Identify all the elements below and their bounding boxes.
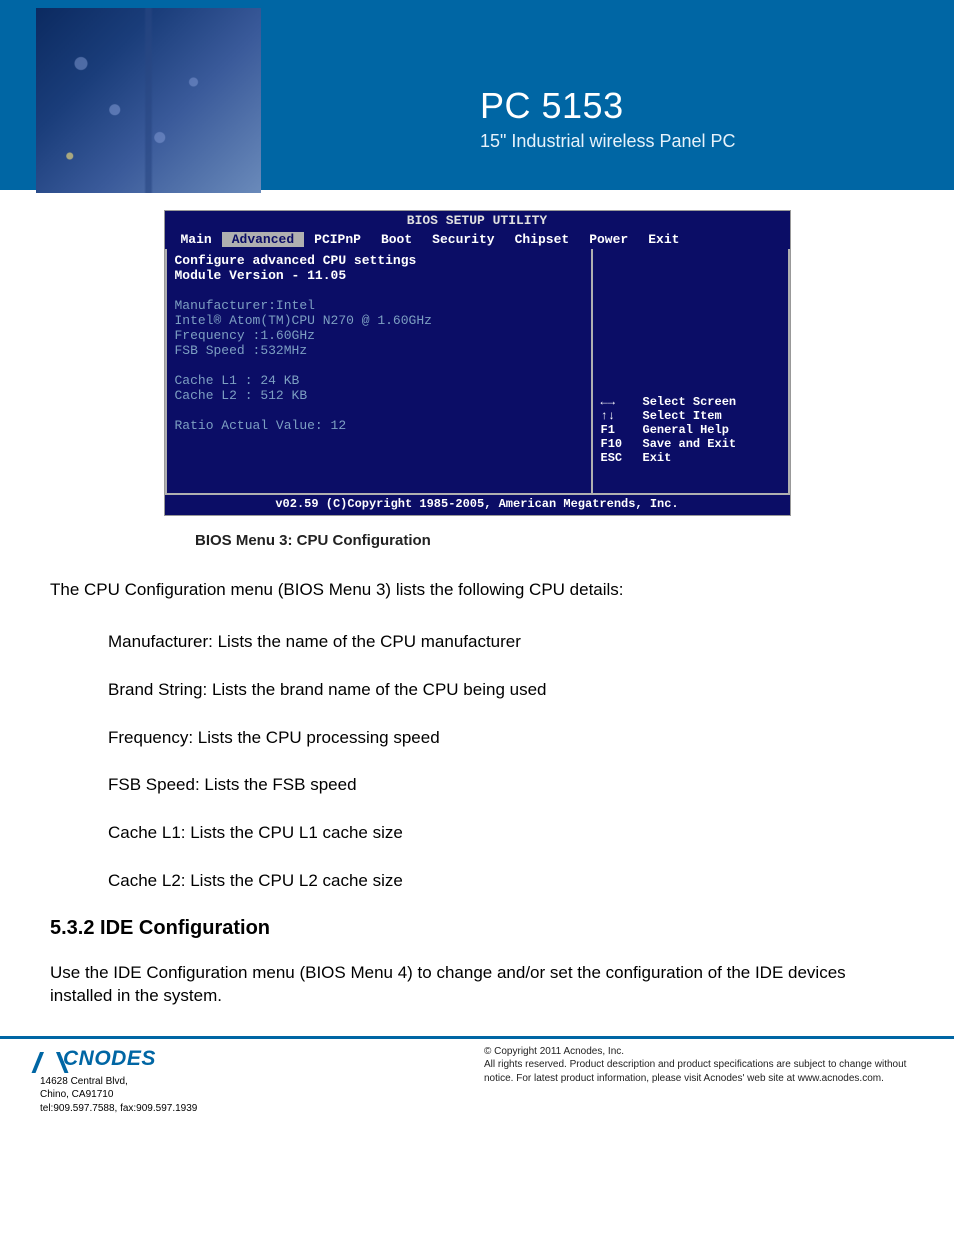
footer-copyright: © Copyright 2011 Acnodes, Inc.: [484, 1045, 924, 1059]
bios-line: Cache L2 : 512 KB: [175, 388, 583, 403]
footer-right: © Copyright 2011 Acnodes, Inc. All right…: [484, 1045, 924, 1116]
footer-left: CNODES 14628 Central Blvd, Chino, CA9171…: [40, 1045, 197, 1116]
bios-help-key: ESC: [601, 451, 643, 465]
bios-tab-boot[interactable]: Boot: [371, 232, 422, 247]
bios-caption: BIOS Menu 3: CPU Configuration: [195, 532, 904, 549]
bios-line: Configure advanced CPU settings: [175, 253, 583, 268]
bios-help-row: ESC Exit: [601, 451, 737, 465]
header-motherboard-image: [36, 8, 261, 193]
list-item: Frequency: Lists the CPU processing spee…: [108, 726, 904, 750]
list-item: Cache L2: Lists the CPU L2 cache size: [108, 869, 904, 893]
bios-tab-bar: Main Advanced PCIPnP Boot Security Chips…: [165, 230, 790, 249]
bios-help-key: ←→: [601, 395, 643, 409]
bios-help-text: Save and Exit: [643, 437, 737, 451]
bios-line: Frequency :1.60GHz: [175, 328, 583, 343]
page-footer: CNODES 14628 Central Blvd, Chino, CA9171…: [0, 1045, 954, 1136]
bios-tab-main[interactable]: Main: [171, 232, 222, 247]
bios-help-key: F10: [601, 437, 643, 451]
footer-address-line: tel:909.597.7588, fax:909.597.1939: [40, 1102, 197, 1116]
bios-screenshot: BIOS SETUP UTILITY Main Advanced PCIPnP …: [164, 210, 791, 516]
bios-tab-exit[interactable]: Exit: [638, 232, 689, 247]
bios-help-row: F1 General Help: [601, 423, 737, 437]
logo-mark-icon: [40, 1052, 62, 1073]
bios-tab-power[interactable]: Power: [579, 232, 638, 247]
section-heading: 5.3.2 IDE Configuration: [50, 917, 904, 940]
bios-help-row: ↑↓ Select Item: [601, 409, 737, 423]
bios-tab-chipset[interactable]: Chipset: [505, 232, 580, 247]
footer-rule: [0, 1036, 954, 1039]
product-name: PC 5153: [480, 85, 736, 127]
bios-line: Module Version - 11.05: [175, 268, 583, 283]
section-body: Use the IDE Configuration menu (BIOS Men…: [50, 962, 904, 1008]
bios-body: Configure advanced CPU settings Module V…: [165, 249, 790, 495]
bios-line: FSB Speed :532MHz: [175, 343, 583, 358]
list-item: Brand String: Lists the brand name of th…: [108, 678, 904, 702]
bios-help-key: ↑↓: [601, 409, 643, 423]
header-text: PC 5153 15" Industrial wireless Panel PC: [480, 85, 736, 152]
bios-help-row: F10 Save and Exit: [601, 437, 737, 451]
list-item: Manufacturer: Lists the name of the CPU …: [108, 630, 904, 654]
footer-address-line: Chino, CA91710: [40, 1088, 197, 1102]
footer-address-line: 14628 Central Blvd,: [40, 1075, 197, 1089]
bios-right-panel: ←→ Select Screen ↑↓ Select Item F1 Gener…: [593, 249, 790, 495]
bios-copyright: v02.59 (C)Copyright 1985-2005, American …: [165, 495, 790, 515]
bios-help-key: F1: [601, 423, 643, 437]
bios-help-text: Select Screen: [643, 395, 737, 409]
body-intro: The CPU Configuration menu (BIOS Menu 3)…: [50, 579, 904, 602]
page-content: BIOS SETUP UTILITY Main Advanced PCIPnP …: [0, 190, 954, 1008]
header-banner: PC 5153 15" Industrial wireless Panel PC: [0, 0, 954, 190]
bios-help-legend: ←→ Select Screen ↑↓ Select Item F1 Gener…: [601, 395, 737, 465]
bios-line: Ratio Actual Value: 12: [175, 418, 583, 433]
bios-help-row: ←→ Select Screen: [601, 395, 737, 409]
bios-line: Intel® Atom(TM)CPU N270 @ 1.60GHz: [175, 313, 583, 328]
bios-help-text: Select Item: [643, 409, 722, 423]
list-item: Cache L1: Lists the CPU L1 cache size: [108, 821, 904, 845]
bios-help-text: General Help: [643, 423, 729, 437]
bios-line: Cache L1 : 24 KB: [175, 373, 583, 388]
list-item: FSB Speed: Lists the FSB speed: [108, 773, 904, 797]
company-logo: CNODES: [40, 1045, 197, 1073]
product-subtitle: 15" Industrial wireless Panel PC: [480, 131, 736, 152]
bios-left-panel: Configure advanced CPU settings Module V…: [165, 249, 593, 495]
footer-notice: All rights reserved. Product description…: [484, 1058, 924, 1085]
bios-tab-security[interactable]: Security: [422, 232, 504, 247]
bios-tab-pcipnp[interactable]: PCIPnP: [304, 232, 371, 247]
bios-help-text: Exit: [643, 451, 672, 465]
bios-tab-advanced[interactable]: Advanced: [222, 232, 304, 247]
bios-line: Manufacturer:Intel: [175, 298, 583, 313]
bullet-list: Manufacturer: Lists the name of the CPU …: [108, 630, 904, 893]
bios-window-title: BIOS SETUP UTILITY: [165, 211, 790, 230]
logo-text: CNODES: [63, 1045, 156, 1073]
